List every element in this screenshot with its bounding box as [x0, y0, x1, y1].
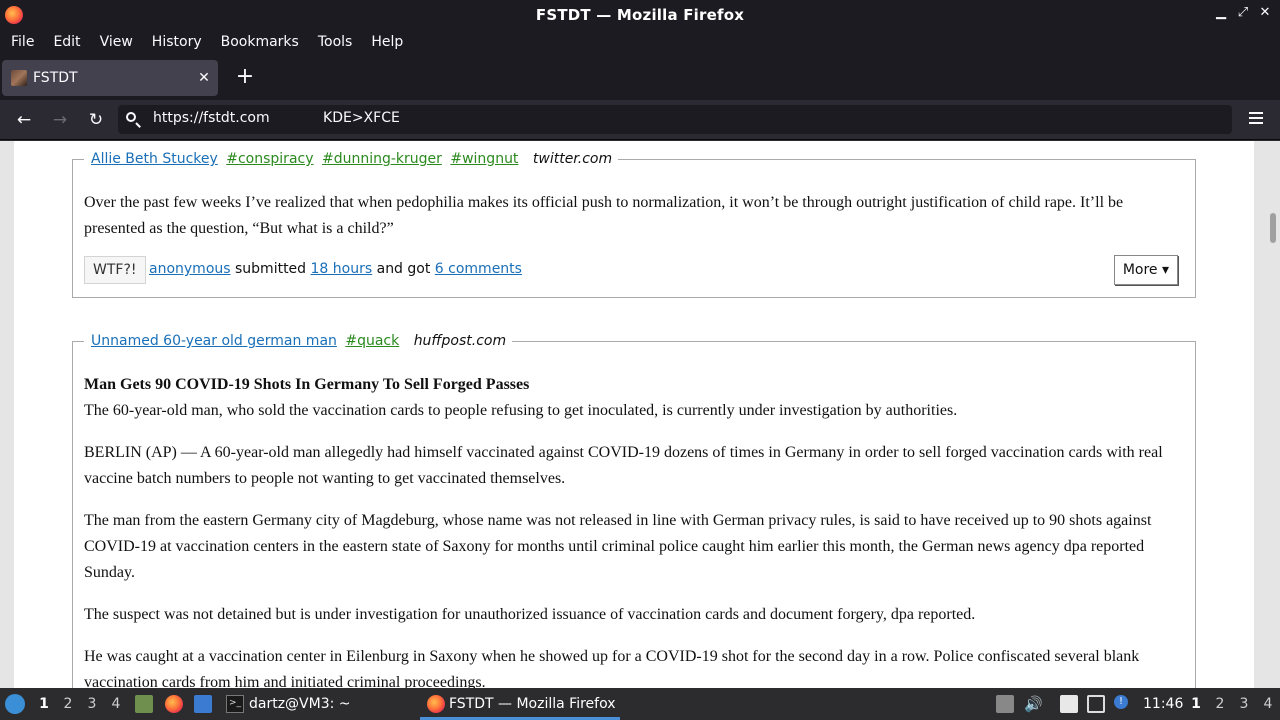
page-scrollbar[interactable]	[1266, 141, 1280, 688]
article-headline: Man Gets 90 COVID-19 Shots In Germany To…	[84, 376, 530, 393]
desktop-icon[interactable]	[194, 695, 212, 713]
scrollbar-thumb[interactable]	[1270, 213, 1276, 243]
url-bar[interactable]: https://fstdt.com KDE>XFCE	[118, 105, 1232, 134]
tag-link[interactable]: #wingnut	[450, 151, 518, 167]
terminal-icon: >_	[226, 695, 244, 713]
quote-body: Man Gets 90 COVID-19 Shots In Germany To…	[84, 349, 1184, 688]
screen: FSTDT — Mozilla Firefox ▁ ⤢ ✕ File Edit …	[0, 0, 1280, 720]
pager-workspace-3[interactable]: 3	[1237, 696, 1251, 712]
quote-paragraph: Over the past few weeks I’ve realized th…	[84, 194, 1124, 237]
submitter-link[interactable]: anonymous	[149, 261, 231, 277]
window-titlebar: FSTDT — Mozilla Firefox ▁ ⤢ ✕	[0, 0, 1280, 30]
back-button[interactable]: ←	[13, 109, 35, 131]
tag-link[interactable]: #dunning-kruger	[322, 151, 442, 167]
submission-meta: anonymous submitted 18 hours and got 6 c…	[149, 261, 522, 277]
tag-link[interactable]: #conspiracy	[226, 151, 313, 167]
tab-close-icon[interactable]: ✕	[197, 70, 211, 86]
forward-button[interactable]: →	[49, 109, 71, 131]
start-menu-icon[interactable]	[5, 694, 25, 714]
volume-icon[interactable]: 🔊	[1024, 695, 1043, 713]
workspace-1[interactable]: 1	[37, 696, 51, 712]
close-window-icon[interactable]: ✕	[1258, 5, 1272, 20]
article-subhead: The 60-year-old man, who sold the vaccin…	[84, 402, 958, 419]
workspace-2[interactable]: 2	[61, 696, 75, 712]
page-content-column: Allie Beth Stuckey #conspiracy #dunning-…	[14, 141, 1254, 688]
quote-source: twitter.com	[532, 151, 613, 167]
tab-label: FSTDT	[33, 70, 78, 86]
app-menu-hamburger-icon[interactable]	[1246, 109, 1266, 129]
quote-author-link[interactable]: Unnamed 60-year old german man	[91, 333, 337, 349]
quote-source: huffpost.com	[413, 333, 507, 349]
url-input[interactable]: https://fstdt.com KDE>XFCE	[153, 110, 400, 126]
page-viewport: Allie Beth Stuckey #conspiracy #dunning-…	[0, 141, 1280, 688]
quote-author-link[interactable]: Allie Beth Stuckey	[91, 151, 218, 167]
reload-button[interactable]: ↻	[85, 109, 107, 131]
quote-legend: Unnamed 60-year old german man #quack hu…	[84, 333, 512, 349]
firefox-logo-icon	[5, 6, 23, 24]
got-text: and got	[376, 261, 431, 277]
submitted-text: submitted	[235, 261, 307, 277]
pager-workspace-4[interactable]: 4	[1261, 696, 1275, 712]
os-taskbar: 1 2 3 4 >_ dartz@VM3: ~ FSTDT — Mozilla …	[0, 688, 1280, 720]
quote-paragraph: The suspect was not detained but is unde…	[84, 606, 976, 623]
workspace-3[interactable]: 3	[85, 696, 99, 712]
new-tab-button[interactable]: +	[234, 66, 256, 88]
file-manager-icon[interactable]	[135, 695, 153, 713]
quote-legend: Allie Beth Stuckey #conspiracy #dunning-…	[84, 151, 618, 167]
menu-history[interactable]: History	[144, 34, 210, 50]
pager-workspace-2[interactable]: 2	[1213, 696, 1227, 712]
navigation-toolbar: ← → ↻ https://fstdt.com KDE>XFCE	[0, 100, 1280, 140]
display-tray-icon[interactable]	[1087, 695, 1105, 713]
clipboard-tray-icon[interactable]	[996, 695, 1014, 713]
tab-strip: FSTDT ✕ +	[0, 54, 1280, 100]
taskbar-firefox-task[interactable]: FSTDT — Mozilla Firefox	[449, 696, 616, 712]
workspace-4[interactable]: 4	[109, 696, 123, 712]
firefox-launcher-icon[interactable]	[165, 695, 183, 713]
window-title: FSTDT — Mozilla Firefox	[535, 6, 745, 24]
clock[interactable]: 11:46	[1143, 696, 1183, 712]
fstdt-favicon-icon	[11, 70, 27, 86]
more-button[interactable]: More ▾	[1113, 255, 1178, 285]
quote-card: Allie Beth Stuckey #conspiracy #dunning-…	[72, 151, 1196, 298]
menu-tools[interactable]: Tools	[310, 34, 361, 50]
menu-bar: File Edit View History Bookmarks Tools H…	[0, 30, 1280, 54]
taskbar-terminal-task[interactable]: dartz@VM3: ~	[249, 696, 351, 712]
maximize-icon[interactable]: ⤢	[1236, 5, 1250, 20]
search-icon	[125, 111, 141, 128]
wtf-vote-button[interactable]: WTF?!	[84, 256, 146, 284]
quote-body: Over the past few weeks I’ve realized th…	[84, 167, 1184, 242]
tab-fstdt[interactable]: FSTDT ✕	[2, 60, 218, 96]
notification-icon[interactable]: !	[1114, 695, 1128, 709]
menu-file[interactable]: File	[3, 34, 42, 50]
minimize-icon[interactable]: ▁	[1214, 5, 1228, 20]
pager-workspace-1[interactable]: 1	[1189, 696, 1203, 712]
firefox-task-icon	[427, 695, 445, 713]
quote-paragraph: BERLIN (AP) — A 60-year-old man allegedl…	[84, 444, 1163, 487]
menu-bookmarks[interactable]: Bookmarks	[213, 34, 307, 50]
window-controls: ▁ ⤢ ✕	[1214, 5, 1272, 20]
quote-footer: WTF?! anonymous submitted 18 hours and g…	[84, 250, 1184, 290]
quote-paragraph: The man from the eastern Germany city of…	[84, 512, 1152, 581]
notes-tray-icon[interactable]	[1060, 695, 1078, 713]
menu-edit[interactable]: Edit	[45, 34, 88, 50]
tag-link[interactable]: #quack	[345, 333, 399, 349]
menu-view[interactable]: View	[92, 34, 141, 50]
quote-card: Unnamed 60-year old german man #quack hu…	[72, 333, 1196, 688]
time-link[interactable]: 18 hours	[311, 261, 373, 277]
quote-paragraph: He was caught at a vaccination center in…	[84, 648, 1140, 688]
menu-help[interactable]: Help	[363, 34, 411, 50]
comments-link[interactable]: 6 comments	[435, 261, 522, 277]
